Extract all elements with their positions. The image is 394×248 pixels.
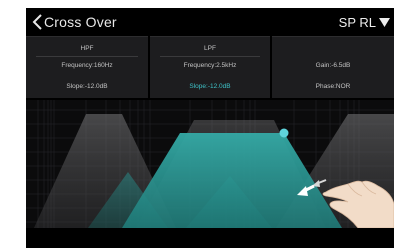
lpf-frequency[interactable]: Frequency:2.5kHz: [150, 62, 270, 69]
lpf-heading: LPF: [204, 45, 216, 52]
bottom-strip: [26, 228, 394, 248]
lpf-slope[interactable]: Slope:-12.0dB: [150, 83, 270, 90]
hpf-panel[interactable]: HPF Frequency:160Hz Slope:-12.0dB: [26, 36, 148, 98]
lpf-panel[interactable]: LPF Frequency:2.5kHz Slope:-12.0dB: [150, 36, 270, 98]
crossover-graph[interactable]: [26, 100, 394, 228]
dropdown-triangle-icon: [379, 17, 390, 27]
page-title: Cross Over: [44, 14, 117, 30]
top-bar: Cross Over SP RL: [26, 8, 394, 36]
channel-label: SP RL: [338, 14, 376, 30]
phase-value[interactable]: Phase:NOR: [272, 83, 394, 90]
gain-value[interactable]: Gain:-6.5dB: [272, 62, 394, 69]
hpf-divider: [36, 56, 138, 57]
hpf-frequency[interactable]: Frequency:160Hz: [26, 62, 148, 69]
gain-panel[interactable]: Gain:-6.5dB Phase:NOR: [272, 36, 394, 98]
filter-drag-handle[interactable]: [279, 128, 289, 138]
channel-selector[interactable]: SP RL: [339, 12, 390, 32]
lpf-divider: [160, 56, 260, 57]
crossover-screen: Cross Over SP RL HPF Frequency:160Hz Slo…: [26, 8, 394, 248]
hpf-heading: HPF: [80, 45, 94, 52]
hpf-slope[interactable]: Slope:-12.0dB: [26, 83, 148, 90]
